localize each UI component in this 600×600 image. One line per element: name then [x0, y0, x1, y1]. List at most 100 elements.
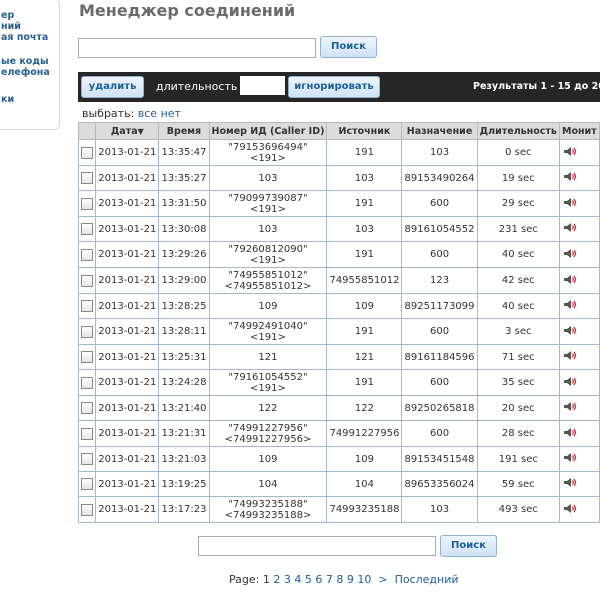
source-cell: 191 [326, 190, 403, 217]
speaker-icon[interactable] [563, 222, 576, 236]
destination-cell: 600 [401, 369, 478, 396]
speaker-icon[interactable] [563, 325, 576, 339]
row-checkbox[interactable] [81, 223, 94, 235]
source-cell: 104 [326, 471, 403, 497]
column-header-date[interactable]: Дата▼ [95, 122, 160, 140]
speaker-icon[interactable] [563, 376, 576, 390]
row-checkbox[interactable] [81, 478, 94, 490]
left-sidebar: ер ний ая почта ые коды елефона ки [0, 0, 60, 130]
speaker-icon[interactable] [563, 197, 576, 211]
table-row: 2013-01-21 13:35:27 103 103 89153490264 19 se… [77, 165, 600, 191]
speaker-icon[interactable] [563, 401, 576, 415]
speaker-icon[interactable] [563, 248, 576, 262]
speaker-icon[interactable] [563, 146, 576, 160]
monitor-cell [558, 344, 600, 370]
row-checkbox[interactable] [81, 376, 94, 389]
pager-last-link[interactable]: Последний [395, 573, 459, 586]
table-row: 2013-01-21 13:28:11 "74992491040" <191> 191 6… [77, 318, 600, 345]
pager-page-link[interactable]: 9 [347, 573, 354, 586]
row-checkbox[interactable] [81, 402, 94, 414]
source-cell: 122 [326, 395, 403, 421]
row-checkbox[interactable] [81, 503, 94, 516]
pager-page-link[interactable]: 8 [336, 573, 343, 586]
caller-id-cell: 109 [208, 446, 328, 472]
caller-id-name: "74991227956" [228, 422, 308, 434]
pager-label: Page: [229, 573, 260, 586]
date-cell: 2013-01-21 [95, 139, 160, 166]
row-checkbox[interactable] [81, 453, 94, 465]
duration-input[interactable] [240, 76, 285, 95]
time-cell: 13:28:25 [158, 293, 210, 319]
search-input[interactable] [78, 38, 316, 58]
search-button[interactable]: Поиск [320, 36, 377, 58]
source-cell: 109 [326, 446, 403, 472]
sidebar-item-codes[interactable]: ые коды елефона [1, 56, 50, 78]
select-none-link[interactable]: нет [161, 107, 181, 120]
bottom-search-button[interactable]: Поиск [440, 535, 497, 557]
row-checkbox[interactable] [81, 197, 94, 210]
row-checkbox[interactable] [81, 248, 94, 261]
table-header-row: Дата▼ Время Номер ИД (Caller ID) Источни… [77, 122, 600, 140]
date-cell: 2013-01-21 [95, 344, 160, 370]
speaker-icon[interactable] [563, 452, 576, 466]
pagination: Page: 1 2 3 4 5 6 7 8 9 10 > Последний [229, 573, 459, 586]
delete-button[interactable]: удалить [81, 76, 144, 98]
caller-id-name: 103 [258, 223, 278, 235]
column-header-monitor[interactable]: Монит [558, 122, 600, 140]
sidebar-item-label: ая почта [1, 32, 49, 43]
caller-id-name: "74955851012" [228, 269, 308, 281]
speaker-icon[interactable] [563, 171, 576, 185]
row-checkbox[interactable] [81, 146, 94, 159]
source-cell: 109 [326, 293, 403, 319]
row-checkbox[interactable] [81, 274, 94, 287]
column-header-duration[interactable]: Длительность [476, 122, 560, 140]
bottom-search-input[interactable] [198, 536, 436, 556]
monitor-cell [558, 293, 600, 319]
row-checkbox[interactable] [81, 351, 94, 363]
row-checkbox[interactable] [81, 325, 94, 338]
pager-page-link[interactable]: 5 [305, 573, 312, 586]
monitor-cell [558, 395, 600, 421]
time-cell: 13:31:50 [158, 190, 210, 217]
pager-page-link[interactable]: 4 [294, 573, 301, 586]
speaker-icon[interactable] [563, 503, 576, 517]
duration-cell: 493 sec [476, 496, 560, 523]
pager-page-link[interactable]: 2 [273, 573, 280, 586]
speaker-icon[interactable] [563, 274, 576, 288]
table-body: 2013-01-21 13:35:47 "79153696494" <191> 191 1… [77, 139, 600, 523]
date-cell: 2013-01-21 [95, 216, 160, 242]
pager-next-link[interactable]: > [378, 573, 387, 586]
column-header-destination[interactable]: Назначение [401, 122, 478, 140]
caller-id-name: "74992491040" [228, 320, 308, 332]
row-checkbox[interactable] [81, 172, 94, 184]
pager-page-link[interactable]: 3 [284, 573, 291, 586]
pager-page-link[interactable]: 10 [357, 573, 371, 586]
speaker-icon[interactable] [563, 427, 576, 441]
monitor-cell [558, 496, 600, 523]
column-header-caller-id[interactable]: Номер ИД (Caller ID) [208, 122, 328, 140]
pager-page-link[interactable]: 6 [315, 573, 322, 586]
caller-id-cell: "74955851012" <74955851012> [208, 267, 328, 294]
destination-cell: 89251173099 [401, 293, 478, 319]
column-header-source[interactable]: Источник [326, 122, 403, 140]
speaker-icon[interactable] [563, 299, 576, 313]
ignore-button[interactable]: игнорировать [288, 76, 380, 98]
time-cell: 13:21:03 [158, 446, 210, 472]
caller-id-number: <191> [250, 203, 286, 215]
row-checkbox[interactable] [81, 427, 94, 440]
row-checkbox[interactable] [81, 300, 94, 312]
monitor-cell [558, 139, 600, 166]
caller-id-number: <74955851012> [224, 280, 312, 292]
column-header-time[interactable]: Время [158, 122, 210, 140]
caller-id-name: 104 [258, 478, 278, 490]
select-all-link[interactable]: все [138, 107, 157, 120]
sidebar-item-manager[interactable]: ер ний ая почта [1, 10, 48, 43]
sidebar-item-other[interactable]: ки [1, 94, 14, 105]
speaker-icon[interactable] [563, 477, 576, 491]
time-cell: 13:17:23 [158, 496, 210, 523]
duration-cell: 71 sec [476, 344, 560, 370]
duration-cell: 231 sec [476, 216, 560, 242]
source-cell: 191 [326, 369, 403, 396]
speaker-icon[interactable] [563, 350, 576, 364]
pager-page-link[interactable]: 7 [326, 573, 333, 586]
